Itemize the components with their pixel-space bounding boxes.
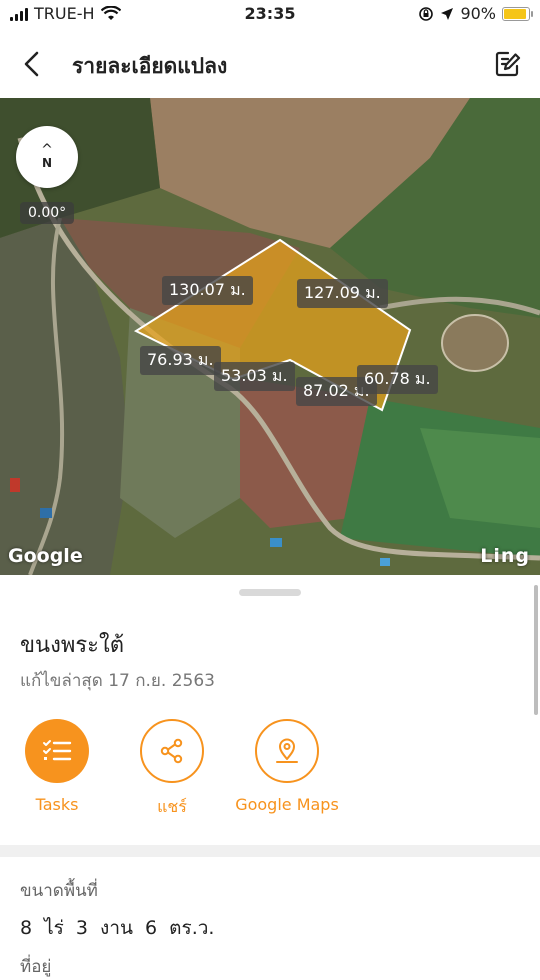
ling-watermark: Ling xyxy=(480,545,530,567)
google-logo: Google xyxy=(8,545,83,567)
compass-arrow-icon: ^ xyxy=(41,142,53,158)
edit-note-icon xyxy=(495,51,521,77)
dimension-label: 127.09 ม. xyxy=(297,279,388,308)
dimension-label: 130.07 ม. xyxy=(162,276,253,305)
compass-button[interactable]: ^ N xyxy=(16,126,78,188)
page-title: รายละเอียดแปลง xyxy=(72,54,228,78)
chevron-left-icon xyxy=(24,51,39,77)
location-arrow-icon xyxy=(441,7,454,20)
share-circle[interactable] xyxy=(140,719,204,783)
status-right: 90% xyxy=(418,4,533,23)
heading-label: 0.00° xyxy=(20,202,75,224)
share-label: แชร์ xyxy=(157,797,187,816)
edit-button[interactable] xyxy=(492,48,524,80)
battery-icon xyxy=(502,6,533,21)
tasks-circle[interactable] xyxy=(25,719,89,783)
plot-name: ขนงพระใต้ xyxy=(20,633,124,658)
map-imagery xyxy=(0,98,540,575)
action-row: Tasks แชร์ Google Maps xyxy=(0,719,540,819)
area-value: 8 ไร่ 3 งาน 6 ตร.ว. xyxy=(20,917,215,939)
google-maps-circle[interactable] xyxy=(255,719,319,783)
scrollbar[interactable] xyxy=(534,585,538,715)
detail-sheet: ขนงพระใต้ แก้ไขล่าสุด 17 ก.ย. 2563 Tasks xyxy=(0,575,540,977)
dimension-label: 76.93 ม. xyxy=(140,346,221,375)
map-pin-icon xyxy=(276,738,298,763)
share-icon xyxy=(160,738,183,764)
google-maps-button[interactable]: Google Maps xyxy=(207,719,367,814)
last-updated: แก้ไขล่าสุด 17 ก.ย. 2563 xyxy=(20,671,215,691)
tasks-label: Tasks xyxy=(35,795,79,814)
sheet-drag-handle[interactable] xyxy=(239,589,301,596)
status-bar: TRUE-H 23:35 90% xyxy=(0,0,540,30)
google-maps-label: Google Maps xyxy=(235,795,339,814)
battery-percent: 90% xyxy=(460,4,496,23)
dimension-label: 60.78 ม. xyxy=(357,365,438,394)
header: รายละเอียดแปลง xyxy=(0,30,540,98)
compass-north-label: N xyxy=(41,156,53,170)
orientation-lock-icon xyxy=(419,6,434,21)
area-title: ขนาดพื้นที่ xyxy=(20,881,98,901)
section-divider xyxy=(0,845,540,857)
back-button[interactable] xyxy=(16,48,48,80)
satellite-map[interactable]: ^ N 0.00° 130.07 ม. 127.09 ม. 76.93 ม. 5… xyxy=(0,98,540,575)
tasks-icon xyxy=(43,740,72,761)
address-label: ที่อยู่ xyxy=(20,957,52,977)
dimension-label: 53.03 ม. xyxy=(214,362,295,391)
battery-fill xyxy=(504,8,526,19)
